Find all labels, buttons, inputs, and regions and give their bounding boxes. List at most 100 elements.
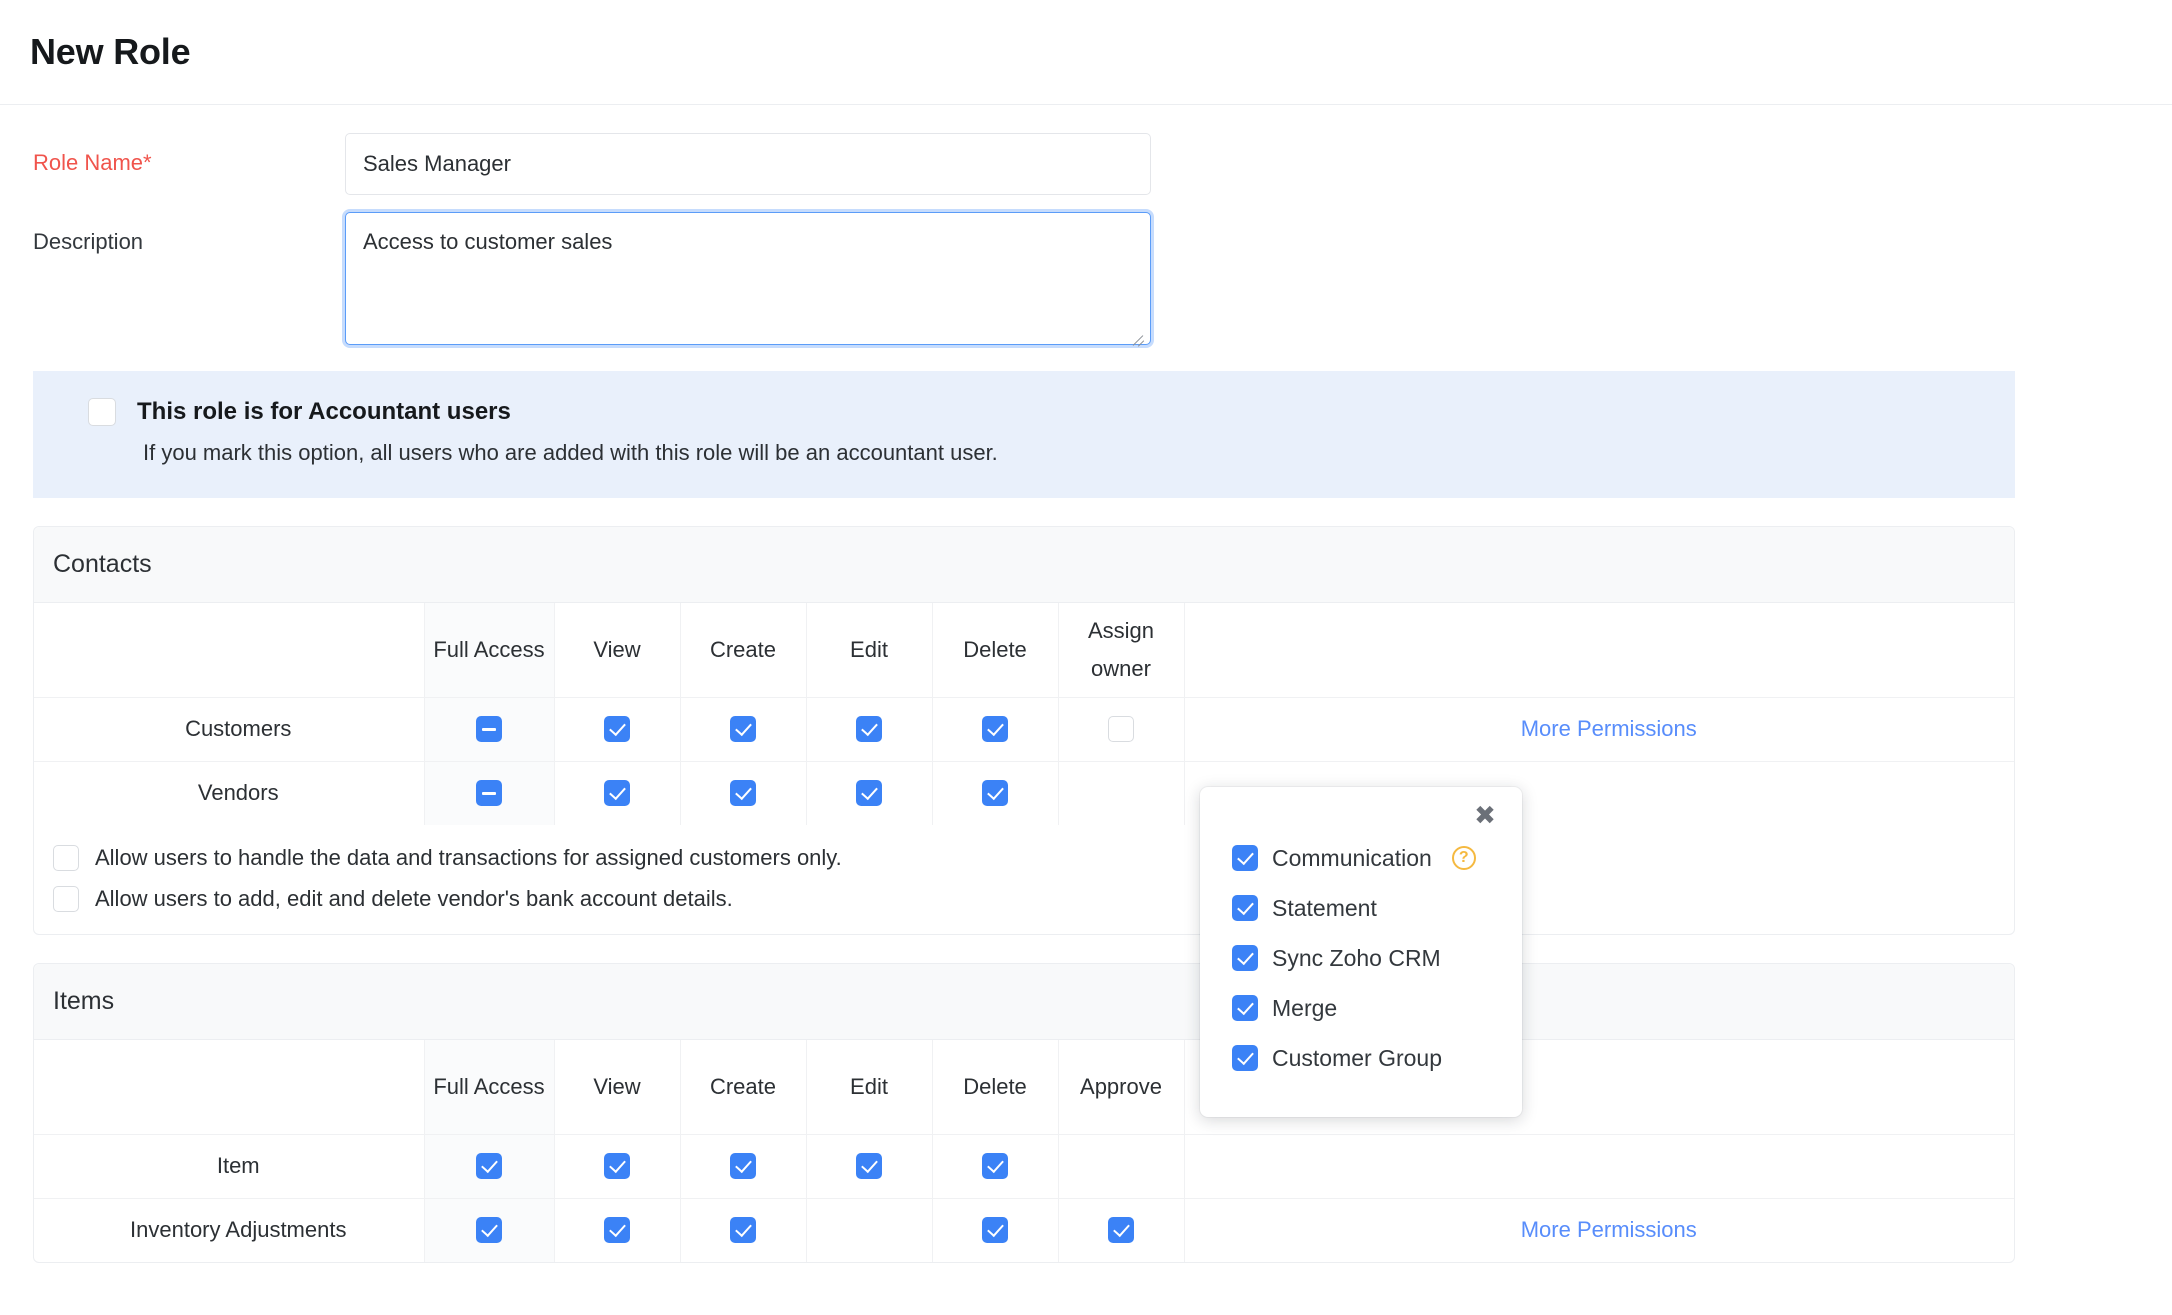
- note-row-assigned-customers: Allow users to handle the data and trans…: [53, 845, 2014, 871]
- checkbox-merge[interactable]: [1232, 995, 1258, 1021]
- col-header-edit: Edit: [806, 603, 933, 698]
- accountant-banner-subtitle: If you mark this option, all users who a…: [143, 440, 998, 465]
- cell-create[interactable]: [680, 1198, 807, 1262]
- col-header-create: Create: [680, 1040, 807, 1135]
- popup-item-sync-zoho-crm[interactable]: Sync Zoho CRM: [1200, 933, 1522, 983]
- cell-delete[interactable]: [932, 697, 1059, 762]
- cell-view[interactable]: [554, 697, 681, 762]
- cell-delete[interactable]: [932, 1198, 1059, 1262]
- cell-view[interactable]: [554, 1134, 681, 1199]
- role-name-input[interactable]: [345, 133, 1151, 195]
- role-form: Role Name* Description: [0, 105, 2172, 350]
- cell-view[interactable]: [554, 1198, 681, 1262]
- checkbox-view[interactable]: [604, 780, 630, 807]
- checkbox-full-access[interactable]: [476, 1217, 502, 1244]
- col-header-edit: Edit: [806, 1040, 933, 1135]
- checkbox-delete[interactable]: [982, 780, 1008, 807]
- checkbox-approve[interactable]: [1108, 1217, 1134, 1244]
- cell-more-permissions: [1184, 1134, 2014, 1199]
- checkbox-view[interactable]: [604, 1217, 630, 1244]
- checkbox-view[interactable]: [604, 716, 630, 742]
- col-header-assign-owner: Assign owner: [1058, 603, 1185, 698]
- new-role-page: New Role Role Name* Description This rol…: [0, 0, 2172, 1315]
- checkbox-assign-owner[interactable]: [1108, 716, 1134, 742]
- popup-label-customer-group: Customer Group: [1272, 1044, 1443, 1071]
- checkbox-full-access[interactable]: [476, 1153, 502, 1179]
- col-header-delete: Delete: [932, 603, 1059, 698]
- cell-edit: [806, 1198, 933, 1262]
- table-header-row: Full Access View Create Edit Delete Assi…: [34, 603, 2014, 698]
- checkbox-assigned-customers-only[interactable]: [53, 845, 79, 871]
- cell-assign-owner[interactable]: [1058, 697, 1185, 762]
- checkbox-full-access[interactable]: [476, 716, 502, 742]
- cell-edit[interactable]: [806, 697, 933, 762]
- note-label-assigned-customers: Allow users to handle the data and trans…: [95, 845, 842, 870]
- cell-create[interactable]: [680, 697, 807, 762]
- table-row: Inventory Adjustments More Permissions: [34, 1198, 2014, 1262]
- col-header-view: View: [554, 603, 681, 698]
- cell-create[interactable]: [680, 761, 807, 825]
- col-header-create: Create: [680, 603, 807, 698]
- popup-label-communication: Communication: [1272, 844, 1432, 871]
- checkbox-delete[interactable]: [982, 1217, 1008, 1244]
- section-contacts: Contacts Full Access View Create Edit De…: [33, 526, 2015, 935]
- cell-view[interactable]: [554, 761, 681, 825]
- checkbox-create[interactable]: [730, 1217, 756, 1244]
- cell-full-access[interactable]: [424, 697, 555, 762]
- checkbox-create[interactable]: [730, 1153, 756, 1179]
- checkbox-view[interactable]: [604, 1153, 630, 1179]
- checkbox-sync-zoho-crm[interactable]: [1232, 945, 1258, 971]
- col-header-actions: [1184, 603, 2014, 698]
- description-label: Description: [33, 229, 144, 254]
- description-field-wrap: [345, 212, 1151, 350]
- help-icon[interactable]: ?: [1451, 846, 1476, 870]
- checkbox-full-access[interactable]: [476, 780, 502, 807]
- accountant-checkbox[interactable]: [88, 398, 116, 426]
- cell-full-access[interactable]: [424, 1134, 555, 1199]
- more-permissions-link-inventory[interactable]: More Permissions: [1521, 1217, 1697, 1242]
- popup-item-communication[interactable]: Communication ?: [1200, 833, 1522, 883]
- accountant-banner: This role is for Accountant users If you…: [33, 371, 2015, 498]
- popup-item-customer-group[interactable]: Customer Group: [1200, 1033, 1522, 1083]
- table-row: Customers More Permissions: [34, 697, 2014, 762]
- col-header-view: View: [554, 1040, 681, 1135]
- note-label-vendor-bank: Allow users to add, edit and delete vend…: [95, 886, 733, 911]
- cell-full-access[interactable]: [424, 1198, 555, 1262]
- more-permissions-link-customers[interactable]: More Permissions: [1521, 716, 1697, 741]
- checkbox-create[interactable]: [730, 716, 756, 742]
- col-header-approve: Approve: [1058, 1040, 1185, 1135]
- row-label-inventory-adjustments: Inventory Adjustments: [34, 1198, 425, 1262]
- cell-approve[interactable]: [1058, 1198, 1185, 1262]
- popup-item-statement[interactable]: Statement: [1200, 883, 1522, 933]
- checkbox-statement[interactable]: [1232, 895, 1258, 921]
- cell-full-access[interactable]: [424, 761, 555, 825]
- cell-edit[interactable]: [806, 761, 933, 825]
- popup-label-statement: Statement: [1272, 894, 1377, 921]
- checkbox-edit[interactable]: [856, 716, 882, 742]
- description-row: Description: [0, 212, 2172, 350]
- cell-create[interactable]: [680, 1134, 807, 1199]
- popup-item-merge[interactable]: Merge: [1200, 983, 1522, 1033]
- checkbox-delete[interactable]: [982, 1153, 1008, 1179]
- contacts-notes: Allow users to handle the data and trans…: [34, 825, 2014, 934]
- checkbox-edit[interactable]: [856, 1153, 882, 1179]
- checkbox-delete[interactable]: [982, 716, 1008, 742]
- close-icon[interactable]: ✖: [1472, 803, 1498, 829]
- table-header-row: Full Access View Create Edit Delete Appr…: [34, 1040, 2014, 1135]
- cell-assign-owner: [1058, 761, 1185, 825]
- checkbox-vendor-bank-details[interactable]: [53, 886, 79, 912]
- checkbox-communication[interactable]: [1232, 845, 1258, 871]
- checkbox-customer-group[interactable]: [1232, 1045, 1258, 1071]
- checkbox-create[interactable]: [730, 780, 756, 807]
- cell-delete[interactable]: [932, 1134, 1059, 1199]
- section-contacts-title: Contacts: [53, 550, 152, 578]
- cell-more-permissions: More Permissions: [1184, 1198, 2014, 1262]
- cell-edit[interactable]: [806, 1134, 933, 1199]
- cell-delete[interactable]: [932, 761, 1059, 825]
- description-textarea[interactable]: [345, 212, 1151, 345]
- role-name-label: Role Name*: [33, 150, 152, 175]
- section-items-title: Items: [53, 987, 115, 1015]
- cell-more-permissions: More Permissions: [1184, 697, 2014, 762]
- more-permissions-popup: ✖ Communication ? Statement Sync Zoho CR…: [1200, 787, 1522, 1117]
- checkbox-edit[interactable]: [856, 780, 882, 807]
